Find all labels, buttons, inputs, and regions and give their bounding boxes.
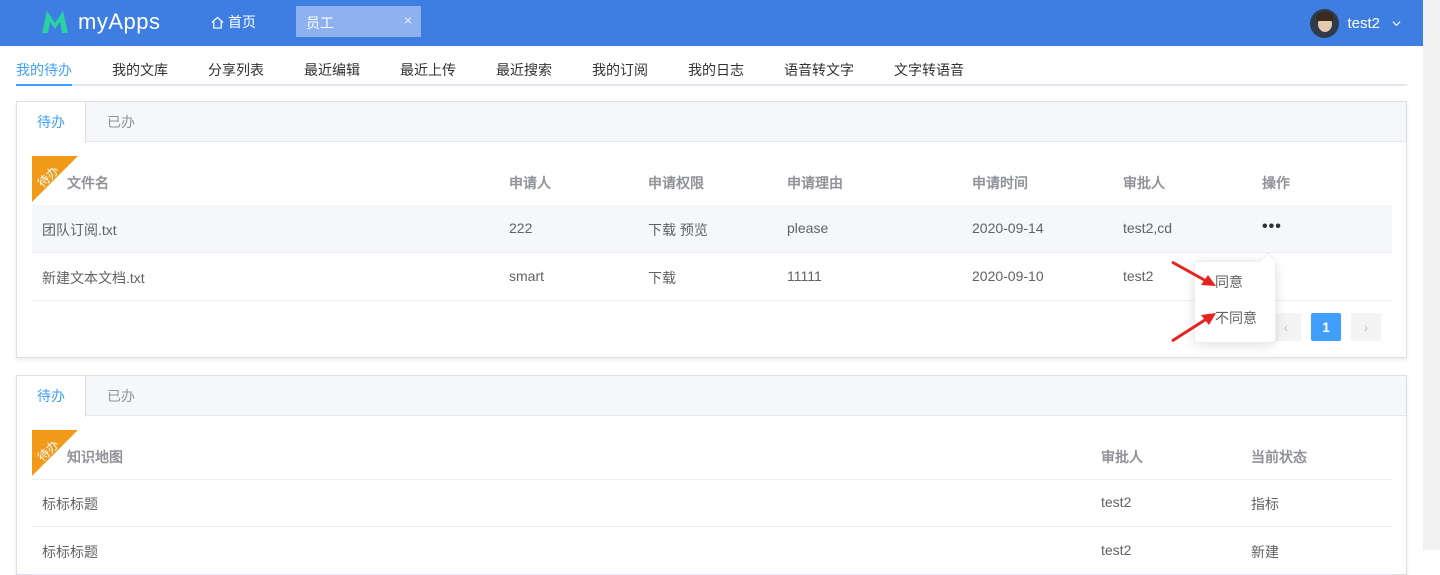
tab-todo[interactable]: 待办 [17, 376, 86, 417]
col-actions: 操作 [1262, 175, 1290, 191]
annotation-arrow-icon [1171, 260, 1216, 286]
app-logo[interactable]: myApps [40, 6, 160, 38]
col-approver: 审批人 [1123, 175, 1165, 191]
cell-title[interactable]: 标标标题 [42, 542, 98, 562]
cell-applicant: smart [509, 268, 544, 284]
cell-status: 新建 [1251, 544, 1279, 560]
page-1-button[interactable]: 1 [1311, 313, 1341, 341]
annotation-arrow-icon [1171, 313, 1216, 343]
top-header: myApps 首页 员工 × test2 [0, 0, 1423, 46]
table-row[interactable]: 标标标题 test2 指标 [32, 479, 1392, 527]
card-tabs: 待办 已办 [17, 102, 1406, 143]
cell-approver: test2 [1101, 494, 1132, 510]
col-approver: 审批人 [1101, 449, 1143, 465]
nav-tab-my-library[interactable]: 我的文库 [112, 60, 168, 80]
cell-approver: test2 [1123, 268, 1154, 284]
cell-approver: test2,cd [1123, 220, 1173, 236]
user-menu[interactable]: test2 [1310, 9, 1401, 38]
col-knowledge-map: 知识地图 [67, 449, 123, 465]
open-tab-employee[interactable]: 员工 × [296, 6, 421, 37]
nav-tab-speech-to-text[interactable]: 语音转文字 [784, 60, 854, 80]
nav-tab-share-list[interactable]: 分享列表 [208, 60, 264, 80]
tab-todo[interactable]: 待办 [17, 102, 86, 143]
nav-tab-recent-upload[interactable]: 最近上传 [400, 60, 456, 80]
cell-reason: 11111 [787, 268, 822, 284]
cell-title[interactable]: 标标标题 [42, 494, 98, 514]
scrollbar[interactable] [1423, 0, 1440, 550]
cell-approver: test2 [1101, 542, 1132, 558]
table-row[interactable]: 标标标题 test2 新建 [32, 527, 1392, 575]
col-applicant: 申请人 [509, 175, 551, 191]
home-label: 首页 [228, 14, 256, 30]
nav-tab-my-log[interactable]: 我的日志 [688, 60, 744, 80]
cell-apply-time: 2020-09-14 [972, 220, 1044, 236]
col-apply-time: 申请时间 [972, 175, 1028, 191]
more-actions-icon[interactable]: ••• [1262, 218, 1282, 236]
card-tabs: 待办 已办 [17, 376, 1406, 417]
col-permission: 申请权限 [648, 175, 704, 191]
col-file-name: 文件名 [67, 175, 109, 191]
home-icon [211, 16, 224, 29]
avatar [1310, 9, 1340, 38]
main-nav-tabs: 我的待办 我的文库 分享列表 最近编辑 最近上传 最近搜索 我的订阅 我的日志 … [16, 48, 1407, 86]
nav-tab-recent-search[interactable]: 最近搜索 [496, 60, 552, 80]
logo-m-icon [42, 11, 68, 33]
col-status: 当前状态 [1251, 449, 1307, 465]
nav-tab-recent-edit[interactable]: 最近编辑 [304, 60, 360, 80]
knowledge-map-card: 待办 已办 待办 知识地图 审批人 当前状态 标标标题 test2 指标 标标标… [16, 375, 1407, 575]
cell-file-name[interactable]: 新建文本文档.txt [42, 268, 145, 288]
app-name: myApps [78, 9, 161, 34]
cell-applicant: 222 [509, 220, 533, 236]
nav-tab-text-to-speech[interactable]: 文字转语音 [894, 60, 964, 80]
cell-permission: 下载 预览 [648, 222, 708, 238]
table-row[interactable]: 团队订阅.txt 222 下载 预览 please 2020-09-14 tes… [32, 205, 1392, 253]
chevron-down-icon [1392, 21, 1401, 27]
nav-tab-my-todo[interactable]: 我的待办 [16, 60, 72, 80]
cell-reason: please [787, 220, 829, 236]
open-tab-label: 员工 [306, 15, 334, 31]
tab-done[interactable]: 已办 [86, 376, 156, 416]
close-icon[interactable]: × [404, 12, 412, 28]
tab-done[interactable]: 已办 [86, 102, 156, 142]
user-name: test2 [1347, 15, 1380, 32]
nav-tab-my-subscription[interactable]: 我的订阅 [592, 60, 648, 80]
cell-file-name[interactable]: 团队订阅.txt [42, 220, 117, 240]
next-page-button[interactable]: › [1351, 313, 1381, 341]
cell-permission: 下载 [648, 270, 676, 286]
col-reason: 申请理由 [787, 175, 843, 191]
cell-status: 指标 [1251, 496, 1279, 512]
active-tab-indicator [16, 84, 72, 86]
reject-option[interactable]: 不同意 [1215, 308, 1257, 328]
home-link[interactable]: 首页 [211, 12, 256, 32]
cell-apply-time: 2020-09-10 [972, 268, 1044, 284]
